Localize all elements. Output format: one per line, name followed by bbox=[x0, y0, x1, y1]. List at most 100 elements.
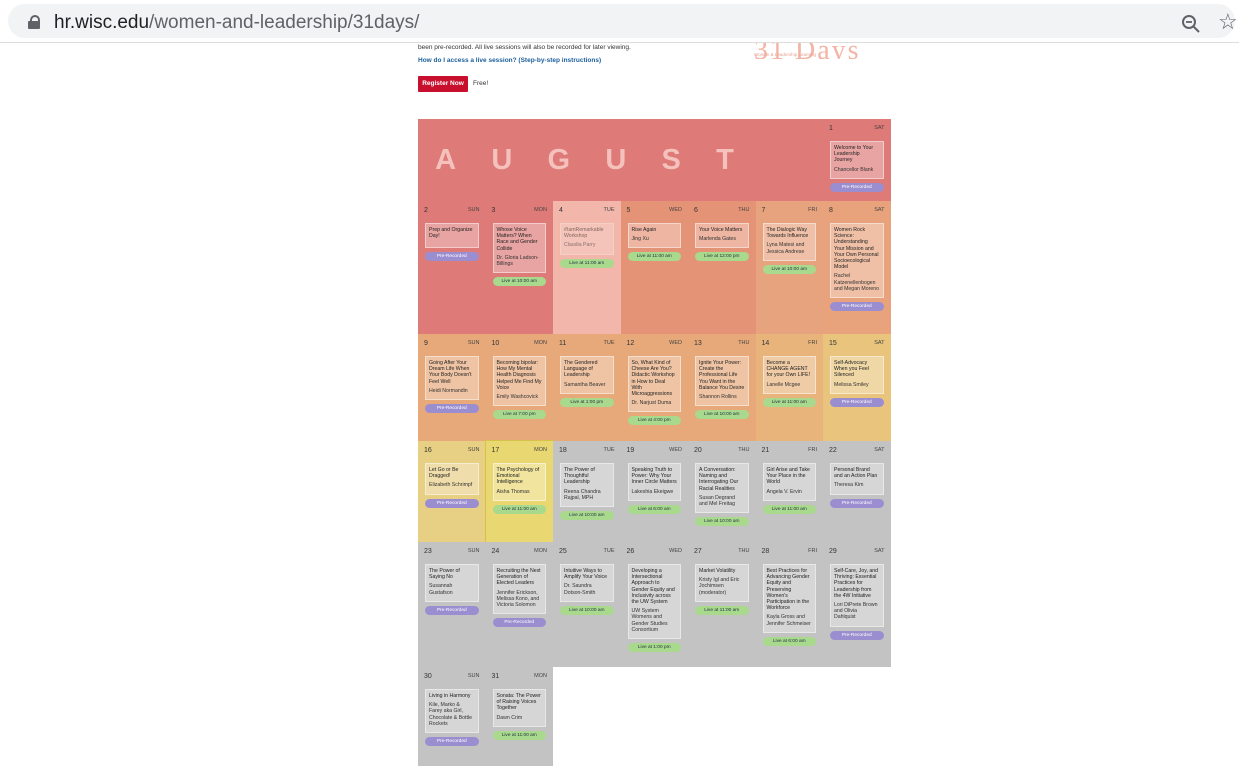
day-of-week: FRI bbox=[808, 447, 817, 453]
session-speaker: UW System Womens and Gender Studies Cons… bbox=[631, 608, 668, 633]
calendar-day-26[interactable]: 26 WED Developing a Intersectional Approac… bbox=[620, 542, 688, 667]
calendar-day-9[interactable]: 9 SUN Going After Your Dream Life When You… bbox=[418, 334, 486, 441]
session-card[interactable]: Ignite Your Power: Create the Profession… bbox=[695, 356, 749, 407]
session-card[interactable]: The Psychology of Emotional Intelligence… bbox=[492, 463, 546, 501]
register-now-button[interactable]: Register Now bbox=[418, 76, 468, 92]
session-card[interactable]: The Gendered Language of Leadership Saman… bbox=[560, 356, 614, 394]
calendar-day-31[interactable]: 31 MON Sonata: The Power of Raising Voices… bbox=[485, 667, 553, 766]
day-of-week: SAT bbox=[874, 548, 885, 554]
session-card[interactable]: Prep and Organize Day! bbox=[425, 223, 479, 249]
session-card[interactable]: The Power of Thoughtful Leadership Reena … bbox=[560, 463, 614, 508]
calendar-day-13[interactable]: 13 THU Ignite Your Power: Create the Profe… bbox=[688, 334, 756, 441]
session-card[interactable]: #IamRemarkable Workshop Claudia Parry bbox=[560, 223, 614, 255]
session-card[interactable]: Sonata: The Power of Raising Voices Toge… bbox=[492, 689, 546, 727]
live-time-badge: Live at 7:00 pm bbox=[492, 410, 546, 419]
day-number: 2 bbox=[424, 207, 428, 214]
calendar-day-5[interactable]: 5 WED Rise Again Jing Xu Live at 11:00 am bbox=[620, 201, 688, 334]
calendar-day-29[interactable]: 29 SAT Self-Care, Joy, and Thriving: Essen… bbox=[823, 542, 891, 667]
calendar-day-2[interactable]: 2 SUN Prep and Organize Day! Pre-Recorded bbox=[418, 201, 486, 334]
calendar-day-4[interactable]: 4 TUE #IamRemarkable Workshop Claudia Parry… bbox=[553, 201, 621, 334]
calendar-day-8[interactable]: 8 SAT Women Rock Science: Understanding Yo… bbox=[823, 201, 891, 334]
day-number: 23 bbox=[424, 548, 432, 555]
session-card[interactable]: A Conversation: Naming and Interrogating… bbox=[695, 463, 749, 514]
session-title: Living in Harmony bbox=[429, 693, 471, 699]
lock-icon[interactable] bbox=[28, 15, 40, 29]
session-card[interactable]: Intuitive Ways to Amplify Your Voice Dr. … bbox=[560, 564, 614, 602]
calendar-day-15[interactable]: 15 SAT Self-Advocacy When you Feel Silence… bbox=[823, 334, 891, 441]
pre-recorded-badge: Pre-Recorded bbox=[830, 631, 884, 640]
day-of-week: WED bbox=[669, 340, 682, 346]
url-text[interactable]: hr.wisc.edu/women-and-leadership/31days/ bbox=[54, 12, 419, 34]
session-card[interactable]: Welcome to Your Leadership Journey Chance… bbox=[830, 141, 884, 179]
session-card[interactable]: Your Voice Matters Marlenda Gates bbox=[695, 223, 749, 249]
calendar-day-20[interactable]: 20 THU A Conversation: Naming and Interrog… bbox=[688, 441, 756, 542]
session-speaker: Jing Xu bbox=[631, 236, 649, 243]
calendar-day-19[interactable]: 19 WED Speaking Truth to Power: Why Your I… bbox=[620, 441, 688, 542]
session-title: Girl Arise and Take Your Place in the Wo… bbox=[766, 467, 810, 486]
session-card[interactable]: Recruiting the Next Generation of Electe… bbox=[492, 564, 546, 615]
session-speaker: Reena Chandra Rajpal, MPH bbox=[564, 488, 601, 501]
session-card[interactable]: Whose Voice Matters? When Race and Gende… bbox=[492, 223, 546, 274]
session-title: So, What Kind of Cheese Are You? Didacti… bbox=[631, 360, 675, 398]
zoom-out-icon[interactable] bbox=[1181, 14, 1201, 34]
bookmark-star-icon[interactable]: ☆ bbox=[1218, 11, 1238, 33]
session-card[interactable]: Self-Advocacy When you Feel Silenced Meli… bbox=[830, 356, 884, 394]
session-speaker: Elizabeth Schrimpf bbox=[429, 482, 473, 489]
calendar-day-11[interactable]: 11 TUE The Gendered Language of Leadership… bbox=[553, 334, 621, 441]
calendar-day-1[interactable]: 1 SAT Welcome to Your Leadership Journey Ch… bbox=[823, 119, 891, 201]
calendar-day-6[interactable]: 6 THU Your Voice Matters Marlenda Gates Live… bbox=[688, 201, 756, 334]
session-card[interactable]: Living in Harmony Kile, Marko & Farey aka… bbox=[425, 689, 479, 734]
session-card[interactable]: The Dialogic Way Towards Influence Lyna M… bbox=[762, 223, 816, 261]
session-card[interactable]: So, What Kind of Cheese Are You? Didacti… bbox=[627, 356, 681, 413]
calendar-day-12[interactable]: 12 WED So, What Kind of Cheese Are You? Di… bbox=[620, 334, 688, 441]
address-bar[interactable]: hr.wisc.edu/women-and-leadership/31days/… bbox=[8, 4, 1238, 38]
live-time-badge: Live at 11:00 am bbox=[762, 505, 816, 514]
session-speaker: Lanelle Mcgee bbox=[766, 381, 801, 388]
calendar-day-25[interactable]: 25 TUE Intuitive Ways to Amplify Your Voic… bbox=[553, 542, 621, 667]
calendar-day-16[interactable]: 16 SUN Let Go or Be Dragged! Elizabeth Schr… bbox=[418, 441, 486, 542]
session-title: The Power of Thoughtful Leadership bbox=[564, 467, 595, 486]
url-path: /women-and-leadership/31days/ bbox=[149, 12, 420, 33]
session-card[interactable]: Speaking Truth to Power: Why Your Inner … bbox=[627, 463, 681, 501]
day-of-week: TUE bbox=[603, 548, 615, 554]
day-number: 27 bbox=[694, 548, 702, 555]
day-number: 11 bbox=[559, 340, 567, 347]
session-title: Intuitive Ways to Amplify Your Voice bbox=[564, 568, 607, 581]
day-number: 30 bbox=[424, 673, 432, 680]
calendar-day-30[interactable]: 30 SUN Living in Harmony Kile, Marko & Fare… bbox=[418, 667, 486, 766]
live-session-help-link[interactable]: How do I access a live session? (Step-by… bbox=[418, 57, 601, 64]
session-card[interactable]: Women Rock Science: Understanding Your M… bbox=[830, 223, 884, 299]
session-card[interactable]: Rise Again Jing Xu bbox=[627, 223, 681, 249]
session-title: Going After Your Dream Life When Your Bo… bbox=[429, 360, 472, 385]
session-card[interactable]: Best Practices for Advancing Gender Equi… bbox=[762, 564, 816, 633]
calendar-day-28[interactable]: 28 FRI Best Practices for Advancing Gender… bbox=[755, 542, 823, 667]
calendar-day-23[interactable]: 23 SUN The Power of Saying No Susannah Gust… bbox=[418, 542, 486, 667]
session-card[interactable]: Self-Care, Joy, and Thriving: Essential … bbox=[830, 564, 884, 627]
pre-recorded-badge: Pre-Recorded bbox=[425, 404, 479, 413]
calendar-day-22[interactable]: 22 SAT Personal Brand and an Action Plan Th… bbox=[823, 441, 891, 542]
session-title: Sonata: The Power of Raising Voices Toge… bbox=[496, 693, 541, 712]
session-card[interactable]: Girl Arise and Take Your Place in the Wo… bbox=[762, 463, 816, 501]
session-card[interactable]: Becoming bipolar: How My Mental Health D… bbox=[492, 356, 546, 407]
session-card[interactable]: Become a CHANGE AGENT for your Own LIFE!… bbox=[762, 356, 816, 394]
session-card[interactable]: Market Volatility Kristy Igl and Eric Joc… bbox=[695, 564, 749, 602]
day-number: 16 bbox=[424, 447, 432, 454]
session-speaker: Dr. Narjust Duma bbox=[631, 400, 672, 407]
calendar-day-3[interactable]: 3 MON Whose Voice Matters? When Race and G… bbox=[485, 201, 553, 334]
session-card[interactable]: Going After Your Dream Life When Your Bo… bbox=[425, 356, 479, 401]
calendar-day-7[interactable]: 7 FRI The Dialogic Way Towards Influence Ly… bbox=[755, 201, 823, 334]
calendar-day-18[interactable]: 18 TUE The Power of Thoughtful Leadership R… bbox=[553, 441, 621, 542]
session-card[interactable]: The Power of Saying No Susannah Gustafson bbox=[425, 564, 479, 602]
live-time-badge: Live at 11:00 am bbox=[627, 252, 681, 261]
calendar-day-17[interactable]: 17 MON The Psychology of Emotional Intelli… bbox=[484, 440, 554, 543]
session-card[interactable]: Personal Brand and an Action Plan Theresa… bbox=[830, 463, 884, 495]
day-of-week: WED bbox=[669, 548, 682, 554]
session-card[interactable]: Let Go or Be Dragged! Elizabeth Schrimpf bbox=[425, 463, 479, 495]
calendar-day-14[interactable]: 14 FRI Become a CHANGE AGENT for your Own … bbox=[755, 334, 823, 441]
page-content: been pre-recorded. All live sessions wil… bbox=[0, 43, 1239, 766]
calendar-day-21[interactable]: 21 FRI Girl Arise and Take Your Place in t… bbox=[755, 441, 823, 542]
calendar-day-24[interactable]: 24 MON Recruiting the Next Generation of E… bbox=[485, 542, 553, 667]
calendar-day-27[interactable]: 27 THU Market Volatility Kristy Igl and Eri… bbox=[688, 542, 756, 667]
session-card[interactable]: Developing a Intersectional Approach to … bbox=[627, 564, 681, 640]
calendar-day-10[interactable]: 10 MON Becoming bipolar: How My Mental Hea… bbox=[485, 334, 553, 441]
